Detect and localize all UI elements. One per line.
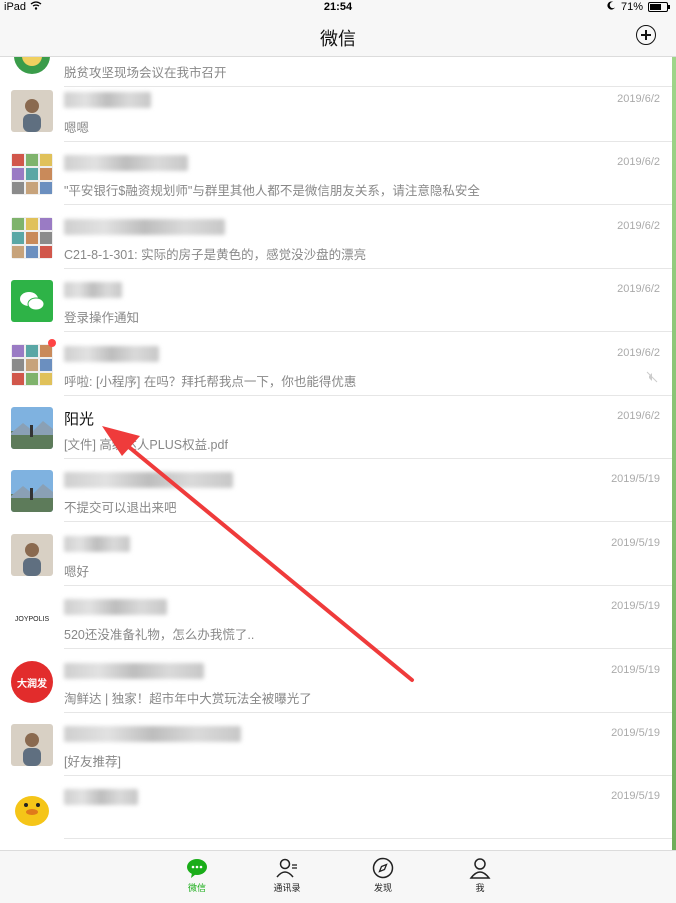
- chat-preview: C21-8-1-301: 实际的房子是黄色的，感觉没沙盘的漂亮: [64, 247, 367, 262]
- chat-row[interactable]: 2019/5/19: [0, 776, 672, 840]
- chat-time: 2019/5/19: [611, 600, 660, 613]
- landscape-avatar: [11, 407, 53, 449]
- chat-preview: 淘鲜达 | 独家！超市年中大赏玩法全被曝光了: [64, 691, 312, 706]
- group-avatar: [11, 216, 53, 259]
- navigation-bar: 微信: [0, 16, 676, 57]
- chat-time: 2019/5/19: [611, 727, 660, 739]
- duck-avatar: [11, 787, 53, 830]
- tab-label: 我: [475, 883, 485, 893]
- wechat-avatar: [11, 280, 53, 323]
- chat-row[interactable]: [好友推荐] 2019/5/19: [0, 713, 672, 776]
- green-emblem-avatar: [11, 57, 53, 77]
- tab-bar: 微信 通讯录 发现 我: [0, 850, 676, 903]
- chat-preview: 嗯嗯: [64, 121, 90, 135]
- chat-name: [64, 345, 159, 362]
- tab-label: 通讯录: [273, 883, 301, 893]
- status-bar: iPad 21:54 71%: [0, 0, 676, 16]
- chat-time: 2019/6/2: [617, 283, 660, 296]
- chat-name: [64, 662, 204, 679]
- add-icon[interactable]: [636, 25, 656, 45]
- redacted-name: [64, 345, 159, 362]
- chat-list[interactable]: 脱贫攻坚现场会议在我市召开 嗯嗯 2019/6/2 "平安银行$融资规划师"与群里其他…: [0, 57, 676, 850]
- chat-preview: 嗯好: [64, 564, 90, 579]
- chat-time: 2019/6/2: [617, 93, 660, 105]
- tab-label: 发现: [373, 883, 392, 893]
- chat-preview: 520还没准备礼物，怎么办我慌了..: [64, 628, 255, 643]
- chat-time: 2019/6/2: [617, 156, 660, 169]
- svg-text:JOYPOLIS: JOYPOLIS: [15, 616, 50, 623]
- tab-profile[interactable]: 我: [450, 857, 510, 894]
- chat-name: [64, 535, 130, 552]
- battery-icon: [648, 2, 670, 12]
- redacted-name: [64, 282, 122, 299]
- chat-row[interactable]: 呼啦: [小程序] 在吗？拜托帮我点一下，你也能得优惠 2019/6/2: [0, 333, 672, 396]
- mute-icon: [646, 371, 658, 386]
- chat-name: [64, 281, 122, 299]
- redacted-name: [64, 726, 241, 743]
- chat-name: [64, 598, 167, 616]
- chat-name: [64, 471, 233, 489]
- chat-name: 阳光: [64, 411, 95, 428]
- person-avatar: [11, 90, 53, 132]
- chat-name: [64, 91, 151, 109]
- avatar-logo-text: 大润发: [17, 678, 47, 690]
- chat-preview: [文件] 高级达人PLUS权益.pdf: [64, 438, 228, 452]
- tab-chat-bubble[interactable]: 微信: [167, 857, 227, 894]
- chat-time: 2019/5/19: [611, 473, 660, 486]
- unread-dot: [48, 338, 56, 347]
- chat-row[interactable]: C21-8-1-301: 实际的房子是黄色的，感觉没沙盘的漂亮 2019/6/2: [0, 206, 672, 269]
- moon-icon: [607, 1, 616, 13]
- chat-time: 2019/5/19: [611, 536, 660, 549]
- chat-name: [64, 788, 138, 806]
- chat-row[interactable]: JOYPOLIS 520还没准备礼物，怎么办我慌了.. 2019/5/19: [0, 586, 672, 650]
- chat-row[interactable]: 嗯好 2019/5/19: [0, 523, 672, 586]
- redacted-name: [64, 535, 130, 552]
- side-edge-strip: [672, 57, 676, 850]
- chat-time: 2019/6/2: [617, 219, 660, 232]
- profile-icon: [469, 857, 491, 879]
- chat-time: 2019/6/2: [617, 410, 660, 422]
- redacted-name: [64, 662, 204, 679]
- tab-compass[interactable]: 发现: [353, 857, 413, 894]
- group-avatar: [11, 153, 53, 196]
- chat-row[interactable]: "平安银行$融资规划师"与群里其他人都不是微信朋友关系，请注意隐私安全 2019/…: [0, 142, 672, 206]
- chat-name: [64, 725, 241, 743]
- person-avatar: [11, 533, 53, 576]
- redacted-name: [64, 218, 225, 235]
- joypolis-avatar: JOYPOLIS: [11, 597, 53, 640]
- row-divider: [64, 838, 672, 840]
- chat-time: 2019/5/19: [611, 790, 660, 803]
- tab-label: 微信: [187, 883, 206, 893]
- chat-time: 2019/6/2: [617, 346, 660, 359]
- status-time: 21:54: [323, 1, 353, 13]
- compass-icon: [372, 857, 394, 879]
- chat-row[interactable]: 阳光 [文件] 高级达人PLUS权益.pdf 2019/6/2: [0, 396, 672, 459]
- group-avatar: [11, 343, 53, 386]
- chat-bubble-icon: [186, 857, 208, 879]
- landscape-avatar: [11, 470, 53, 513]
- chat-preview: [好友推荐]: [64, 755, 121, 769]
- chat-preview: "平安银行$融资规划师"与群里其他人都不是微信朋友关系，请注意隐私安全: [64, 184, 480, 199]
- chat-preview: 呼啦: [小程序] 在吗？拜托帮我点一下，你也能得优惠: [64, 374, 357, 389]
- page-title: 微信: [320, 29, 356, 49]
- red-logo-avatar: 大润发: [11, 660, 53, 703]
- chat-name: [64, 218, 225, 235]
- battery-percent: 71%: [620, 1, 643, 13]
- chat-preview: 登录操作通知: [64, 311, 140, 326]
- redacted-name: [64, 599, 167, 616]
- contacts-icon: [276, 857, 298, 879]
- chat-row[interactable]: 不提交可以退出来吧 2019/5/19: [0, 459, 672, 523]
- tab-contacts[interactable]: 通讯录: [257, 857, 317, 894]
- chat-time: 2019/5/19: [611, 663, 660, 676]
- redacted-name: [64, 472, 233, 489]
- chat-row[interactable]: 大润发淘鲜达 | 独家！超市年中大赏玩法全被曝光了 2019/5/19: [0, 650, 672, 713]
- chat-row[interactable]: 嗯嗯 2019/6/2: [0, 79, 672, 142]
- redacted-name: [64, 155, 188, 172]
- chat-row[interactable]: 登录操作通知 2019/6/2: [0, 269, 672, 333]
- chat-name: [64, 154, 188, 172]
- redacted-name: [64, 92, 151, 109]
- redacted-name: [64, 789, 138, 806]
- person-avatar: [11, 724, 53, 766]
- chat-preview: 不提交可以退出来吧: [64, 501, 177, 516]
